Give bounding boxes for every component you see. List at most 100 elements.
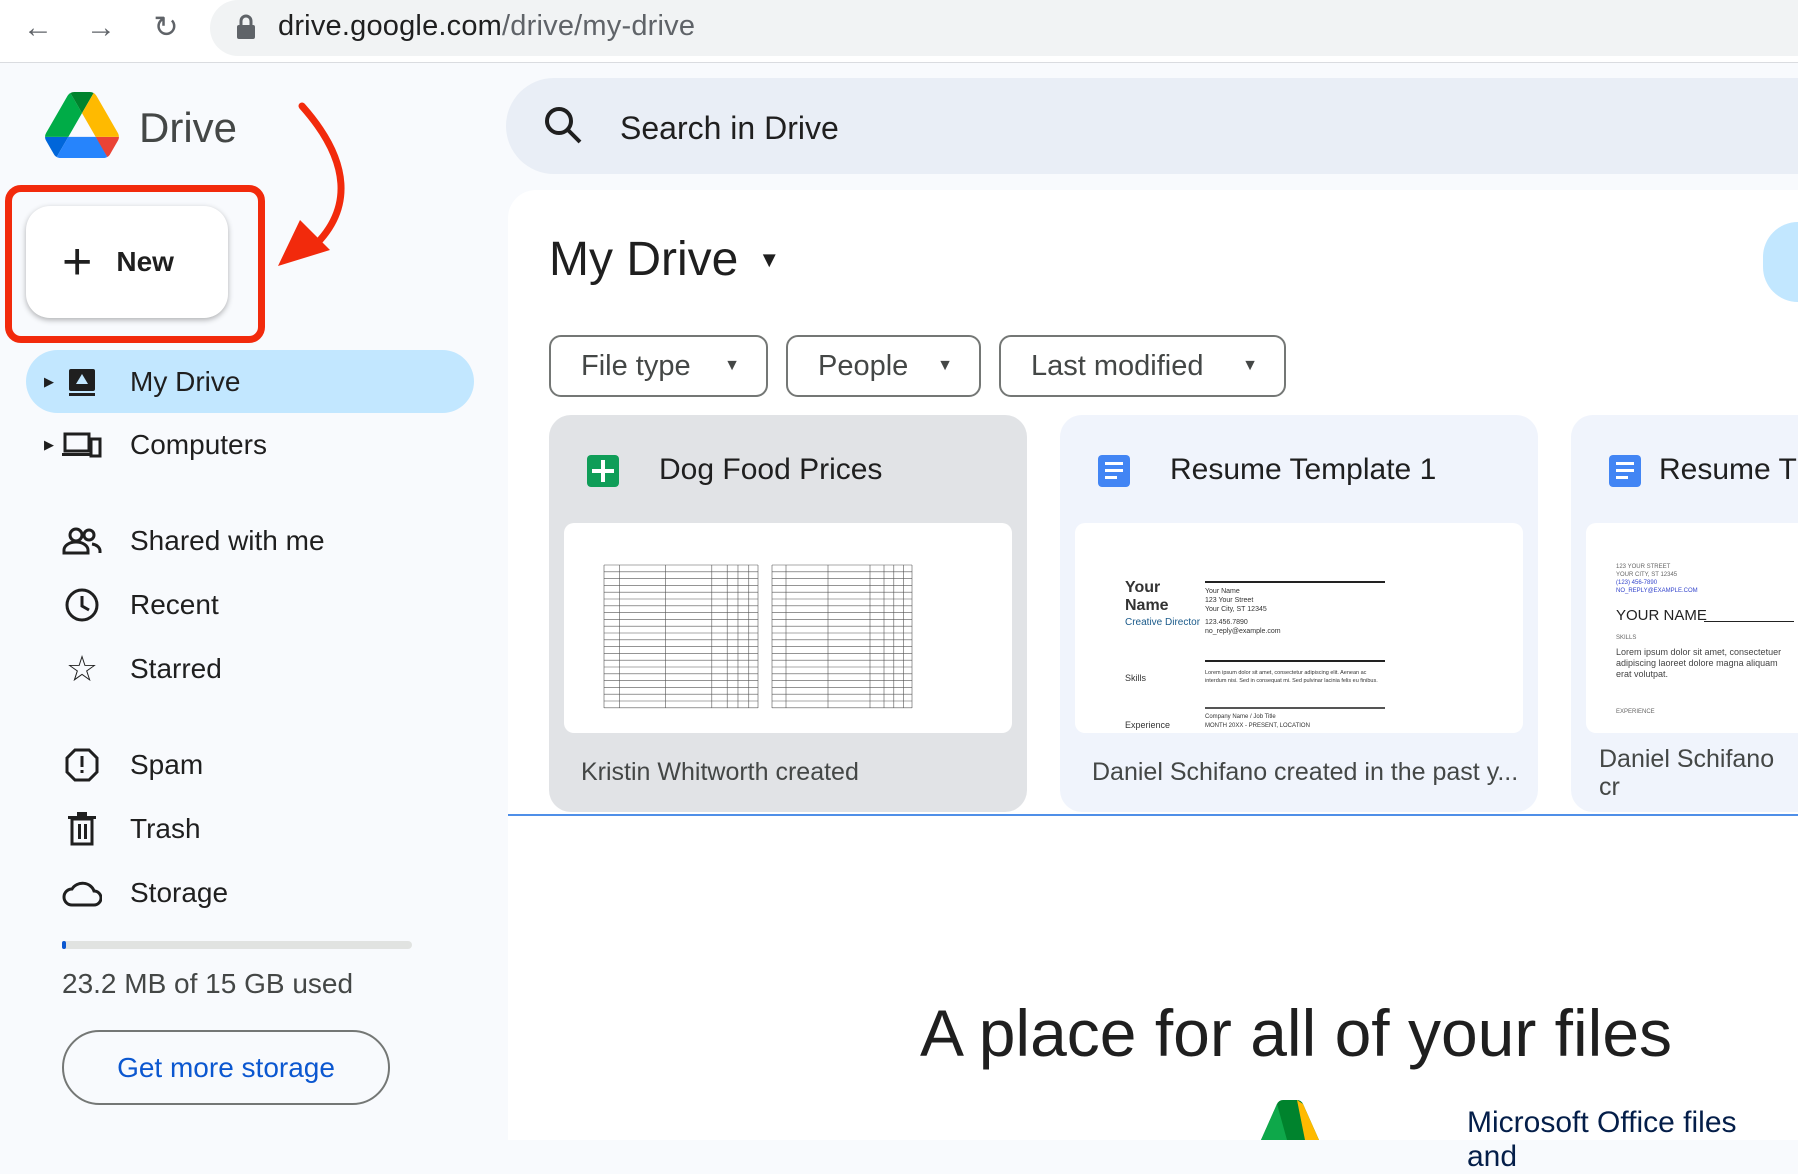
reload-icon[interactable]: ↻ [146,8,186,48]
page-title-text: My Drive [549,233,739,286]
preview-text: Experience [1125,720,1171,730]
sidebar-item-spam[interactable]: Spam [26,733,474,796]
preview-rule [1704,621,1794,622]
preview-text: Creative Director [1125,617,1201,628]
get-more-storage-button[interactable]: Get more storage [62,1030,390,1105]
docs-icon [1098,455,1130,487]
preview-rule [1205,660,1385,662]
sidebar-item-label: Spam [130,748,204,780]
dropdown-arrow-icon: ▼ [724,357,740,374]
forward-arrow-icon[interactable]: → [81,8,121,48]
annotation-highlight [5,185,265,343]
file-name: Dog Food Prices [659,453,883,486]
preview-text: 123 YOUR STREET [1616,564,1671,570]
filter-last-modified[interactable]: Last modified ▼ [999,335,1286,397]
dropdown-arrow-icon: ▼ [1242,357,1258,374]
cloud-icon [62,873,102,913]
preview-text: EXPERIENCE [1616,709,1655,715]
preview-text: Lorem ipsum dolor sit amet, consectetur … [1205,670,1378,684]
preview-text: (123) 456-7890 [1616,580,1658,586]
search-icon[interactable] [540,102,588,150]
file-card[interactable]: Resume T 123 YOUR STREET YOUR CITY, ST 12… [1571,415,1798,812]
storage-bar [62,941,412,949]
sidebar-item-shared[interactable]: Shared with me [26,509,474,572]
filter-label: File type [581,349,691,382]
file-preview: Your Name Creative Director Skills Experi… [1075,523,1523,733]
spreadsheet-thumbnail [603,564,913,709]
sidebar-item-label: Computers [130,428,267,460]
url-text[interactable]: drive.google.com/drive/my-drive [278,10,695,43]
sidebar-item-storage[interactable]: Storage [26,861,474,924]
preview-text: no_reply@example.com [1205,628,1281,635]
app-name: Drive [139,104,238,151]
preview-text: Name [1125,597,1169,614]
file-meta: Daniel Schifano cr [1599,745,1775,801]
sidebar-item-trash[interactable]: Trash [26,797,474,860]
annotation-arrow-icon [278,102,345,266]
back-arrow-icon[interactable]: ← [18,8,58,48]
preview-text: YOUR NAME [1616,607,1707,624]
filter-file-type[interactable]: File type ▼ [549,335,768,397]
preview-text: SKILLS [1616,635,1637,641]
sidebar-item-label: Trash [130,812,201,844]
expand-caret-icon[interactable]: ▶ [44,437,54,453]
docs-icon [1609,455,1641,487]
sidebar-item-label: Recent [130,588,219,620]
dropdown-arrow-icon: ▼ [937,357,953,374]
sidebar-item-recent[interactable]: Recent [26,573,474,636]
preview-text: 123.456.7890 [1205,619,1248,626]
file-card[interactable]: Resume Template 1 Your Name Creative Dire… [1060,415,1538,812]
drive-logo-icon[interactable] [45,92,119,158]
preview-text: NO_REPLY@EXAMPLE.COM [1616,588,1698,594]
storage-bar-fill [62,941,66,949]
search-input[interactable]: Search in Drive [620,110,839,147]
sidebar-item-label: Storage [130,876,229,908]
dropdown-arrow-icon: ▼ [758,246,781,272]
divider [508,814,1798,816]
storage-used-text: 23.2 MB of 15 GB used [62,968,354,999]
url-path: /drive/my-drive [502,10,696,42]
file-preview: 123 YOUR STREET YOUR CITY, ST 12345 (123) … [1586,523,1798,733]
computers-icon [62,425,102,465]
empty-state-title: A place for all of your files [920,996,1673,1070]
lock-icon [237,14,255,39]
sidebar-item-starred[interactable]: ☆ Starred [26,637,474,700]
sheets-icon [587,455,619,487]
file-meta: Kristin Whitworth created [581,758,859,786]
preview-text: Your [1125,579,1161,596]
spam-icon [62,745,102,785]
sidebar-item-label: My Drive [130,365,241,397]
sidebar-item-label: Shared with me [130,524,325,556]
filter-label: Last modified [1031,349,1204,382]
preview-rule [1205,581,1385,583]
preview-text: Your Name [1205,588,1240,595]
preview-text: Skills [1125,673,1147,683]
empty-state-subtitle: Microsoft Office files and [1467,1106,1737,1173]
preview-text: Your City, ST 12345 [1205,606,1267,613]
sidebar-item-my-drive[interactable]: ▶ My Drive [26,350,474,413]
url-host: drive.google.com [278,10,503,42]
expand-caret-icon[interactable]: ▶ [44,374,54,390]
file-card[interactable]: Dog Food Prices Kristin Whitworth create… [549,415,1027,812]
preview-text: 123 Your Street [1205,597,1254,604]
drive-illustration-icon [1261,1100,1319,1140]
preview-text: Lorem ipsum dolor sit amet, consectetuer… [1616,647,1782,679]
filter-label: People [818,349,909,382]
preview-text: YOUR CITY, ST 12345 [1616,572,1678,578]
clock-icon [62,585,102,625]
sidebar-item-computers[interactable]: ▶ Computers [26,413,474,476]
file-preview [564,523,1012,733]
filter-people[interactable]: People ▼ [786,335,981,397]
star-icon: ☆ [65,647,99,689]
preview-text: MONTH 20XX - PRESENT, LOCATION [1205,723,1310,729]
people-icon [62,521,102,561]
sidebar-item-label: Starred [130,652,222,684]
preview-rule [1205,707,1385,709]
preview-text: Company Name / Job Title [1205,714,1276,720]
file-name: Resume Template 1 [1170,453,1437,486]
my-drive-icon [62,362,102,402]
file-meta: Daniel Schifano created in the past y... [1092,758,1519,786]
file-name: Resume T [1659,453,1797,486]
page-title[interactable]: My Drive ▼ [549,232,780,287]
trash-icon [62,809,102,849]
